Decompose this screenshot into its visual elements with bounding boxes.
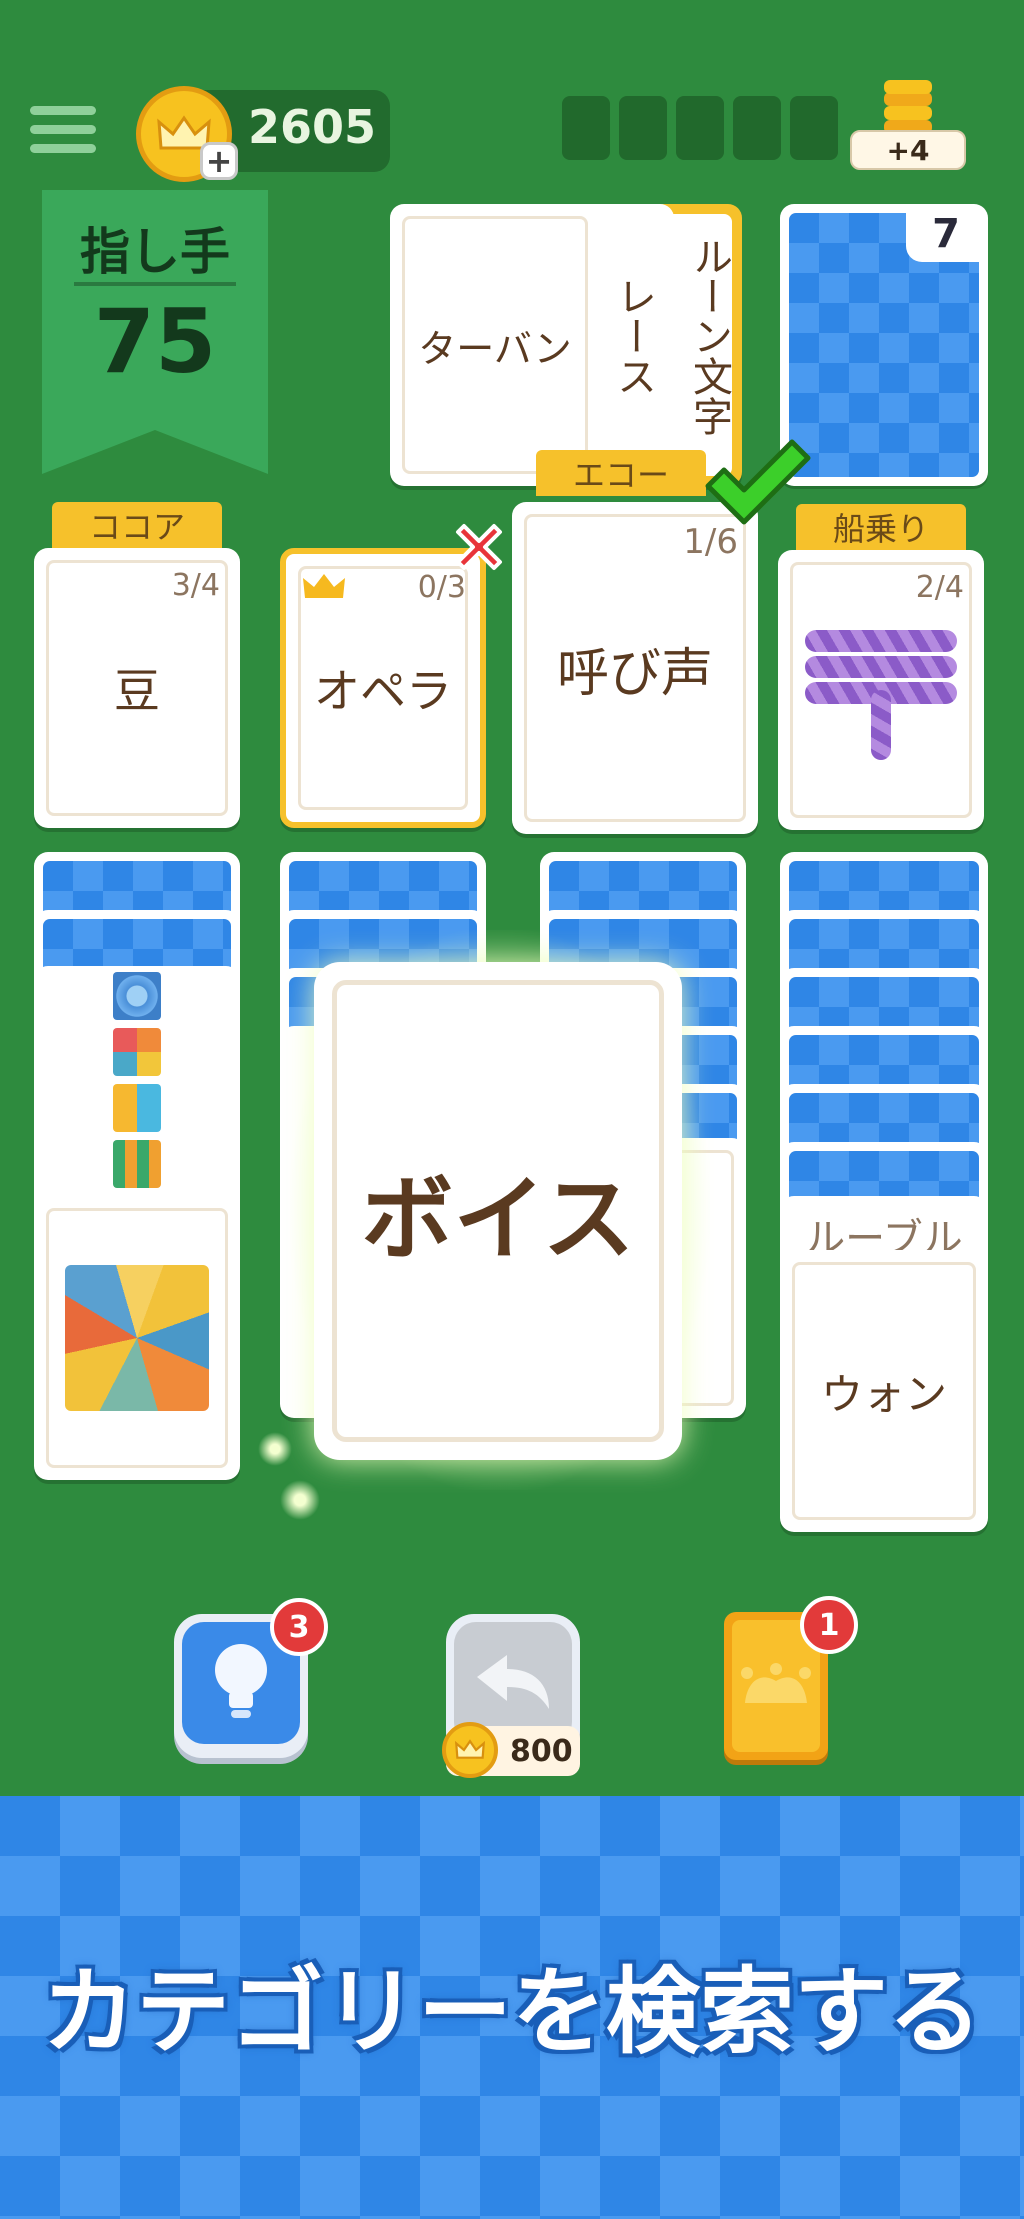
foundation-1-card: 豆 [114, 664, 160, 718]
foundation-1[interactable]: 3/4 豆 [34, 548, 240, 828]
dragged-card[interactable]: ボイス [314, 962, 682, 1460]
hamburger-menu-icon [30, 104, 96, 156]
joker-button[interactable]: 1 [724, 1596, 858, 1760]
tableau-4-card: ウォン [820, 1369, 947, 1419]
menu-button[interactable] [30, 104, 96, 156]
hint-badge-count: 3 [288, 1609, 310, 1645]
moves-value: 75 [93, 290, 217, 393]
progress-slots [562, 96, 842, 160]
foundation-3-banner: エコー [536, 450, 706, 496]
bonus-label: +4 [886, 134, 930, 167]
tableau-1-top-card[interactable] [34, 1196, 240, 1480]
foundation-4[interactable]: 2/4 [778, 550, 984, 830]
dragged-card-text: ボイス [361, 1165, 635, 1273]
moves-label: 指し手 [80, 223, 230, 281]
undo-arrow-icon [477, 1655, 549, 1709]
grid-tile-icon [113, 1140, 161, 1188]
bonus-reward-button[interactable]: +4 [850, 80, 966, 172]
foundation-4-banner: 船乗り [796, 504, 966, 550]
sparkle-icon [280, 1480, 320, 1520]
foundation-4-category: 船乗り [832, 510, 929, 548]
moves-ribbon: 指し手 75 [42, 190, 268, 474]
undo-cost: 800 [442, 1722, 580, 1778]
foundation-3-card: 呼び声 [556, 643, 713, 704]
rope-icon [801, 620, 961, 760]
waste-card-1-text: ターバン [418, 326, 572, 371]
footer-caption: カテゴリーを検索する [41, 1958, 982, 2067]
foundation-1-banner: ココア [52, 502, 222, 548]
joker-badge: 1 [800, 1596, 858, 1654]
draw-pile-count: 7 [906, 206, 986, 262]
crown-coin-icon [442, 1722, 498, 1778]
lightbulb-icon [215, 1644, 267, 1718]
hint-badge: 3 [270, 1598, 328, 1656]
puzzle-tile-icon [113, 1084, 161, 1132]
undo-cost-value: 800 [510, 1734, 573, 1769]
draw-pile-count-text: 7 [932, 211, 960, 257]
coin-count: 2605 [248, 100, 377, 154]
foundation-1-category: ココア [88, 508, 185, 546]
waste-card-2-text: レース [610, 276, 656, 396]
error-x-icon [448, 516, 510, 578]
foundation-2-card: オペラ [314, 664, 452, 718]
waste-card-1[interactable]: ターバン [390, 204, 600, 486]
mosaic-tile-icon [113, 1028, 161, 1076]
plus-icon[interactable]: + [200, 142, 238, 180]
coin-balance[interactable]: 2605 + [136, 86, 390, 182]
hint-button[interactable]: 3 [174, 1598, 328, 1758]
tableau-4-top-card[interactable]: ウォン [780, 1250, 988, 1532]
foundation-2[interactable]: 0/3 オペラ [280, 548, 486, 828]
footer-banner: カテゴリーを検索する [0, 1796, 1024, 2219]
waste-card-3-text: ルーン文字 [686, 236, 732, 436]
sparkle-icon [258, 1432, 292, 1466]
jester-hat-icon [741, 1663, 811, 1703]
sun-tile-icon [113, 972, 161, 1020]
stained-glass-icon [65, 1265, 209, 1411]
foundation-3-category: エコー [572, 456, 669, 494]
joker-badge-count: 1 [818, 1607, 840, 1643]
undo-button[interactable]: 800 [442, 1614, 580, 1778]
foundation-3[interactable]: 1/6 呼び声 [512, 502, 758, 834]
